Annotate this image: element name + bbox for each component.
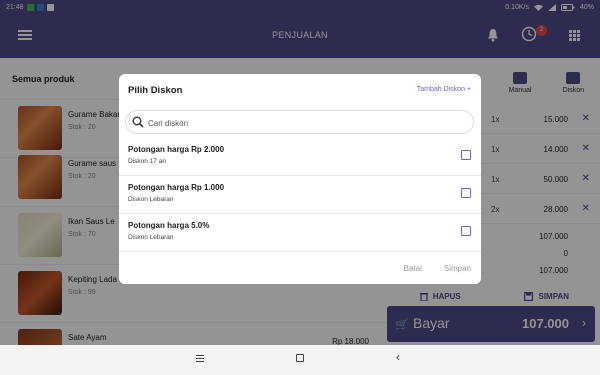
discount-desc: Diskon Lebaran [128, 196, 174, 203]
discount-name: Potongan harga Rp 1.000 [128, 183, 225, 192]
discount-option[interactable]: Potongan harga 5.0% Diskon Lebaran [119, 214, 481, 252]
discount-dialog: Pilih Diskon Tambah Diskon + Potongan ha… [119, 74, 481, 284]
discount-option[interactable]: Potongan harga Rp 1.000 Diskon Lebaran [119, 176, 481, 214]
search-icon [132, 116, 144, 128]
discount-checkbox[interactable] [461, 188, 471, 198]
recents-icon[interactable] [196, 355, 204, 363]
discount-search[interactable] [125, 110, 474, 134]
add-discount-link[interactable]: Tambah Diskon + [417, 86, 471, 93]
discount-checkbox[interactable] [461, 150, 471, 160]
back-icon[interactable]: ‹ [396, 350, 400, 364]
dialog-title: Pilih Diskon [128, 85, 183, 96]
system-nav-bar: ‹ [0, 345, 600, 375]
discount-desc: Diskon 17 an [128, 158, 166, 165]
discount-desc: Diskon Lebaran [128, 234, 174, 241]
discount-option[interactable]: Potongan harga Rp 2.000 Diskon 17 an [119, 138, 481, 176]
discount-name: Potongan harga 5.0% [128, 221, 210, 230]
cancel-button[interactable]: Batal [404, 264, 422, 273]
discount-checkbox[interactable] [461, 226, 471, 236]
home-icon[interactable] [296, 354, 304, 362]
save-button[interactable]: Simpan [444, 264, 471, 273]
search-input[interactable] [148, 116, 448, 130]
discount-name: Potongan harga Rp 2.000 [128, 145, 225, 154]
